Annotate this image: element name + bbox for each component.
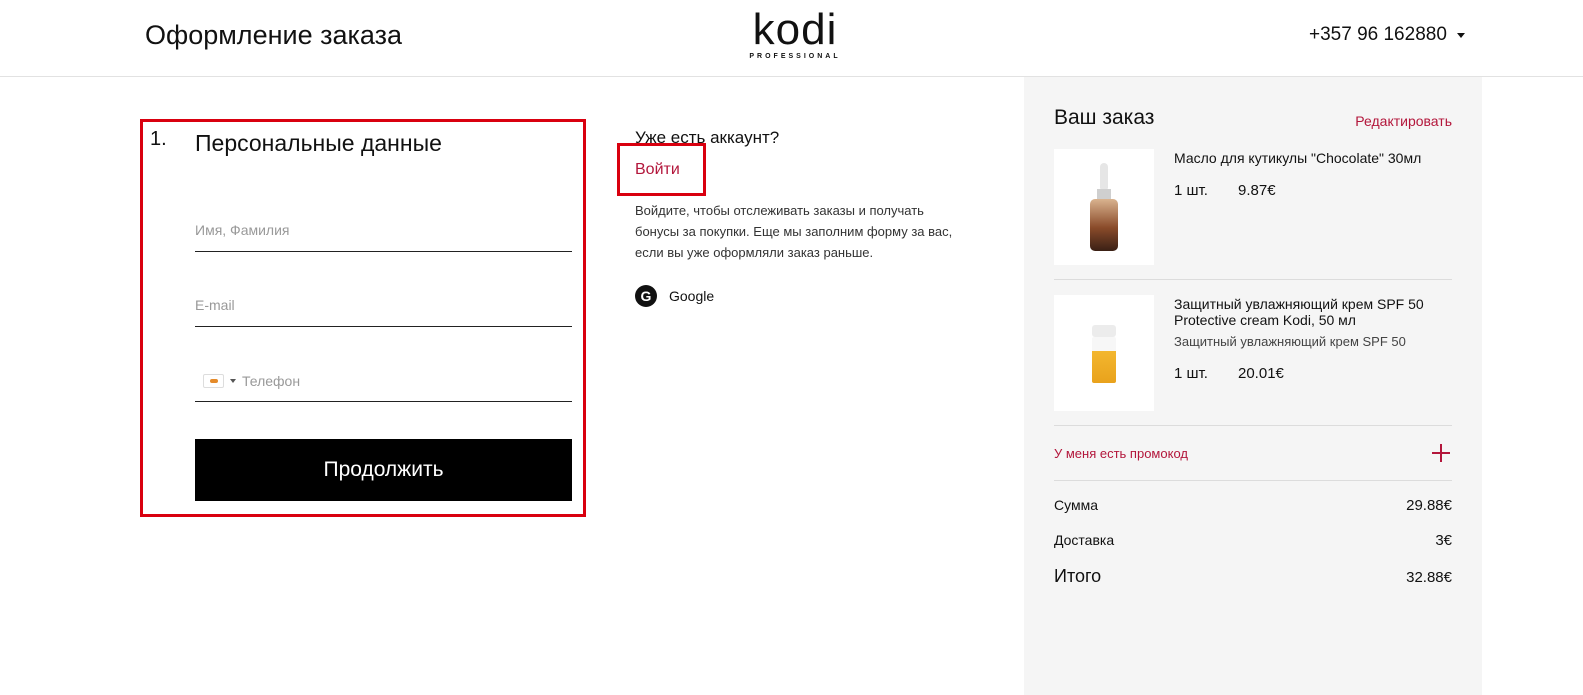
login-link[interactable]: Войти xyxy=(635,161,680,179)
delivery-value: 3€ xyxy=(1435,532,1452,549)
kodi-logo[interactable]: kodi PROFESSIONAL xyxy=(742,8,848,64)
order-item: Масло для кутикулы "Chocolate" 30мл 1 шт… xyxy=(1054,149,1452,280)
promo-code-label: У меня есть промокод xyxy=(1054,446,1188,461)
promo-code-toggle[interactable]: У меня есть промокод xyxy=(1054,426,1452,481)
email-field xyxy=(195,285,572,327)
product-quantity: 1 шт. xyxy=(1174,365,1208,382)
cream-tube-icon xyxy=(1092,325,1116,383)
total-label: Итого xyxy=(1054,566,1102,586)
checkout-page: Оформление заказа kodi PROFESSIONAL +357… xyxy=(0,0,1583,695)
page-title: Оформление заказа xyxy=(145,20,403,50)
delivery-row: Доставка 3€ xyxy=(1054,532,1452,549)
total-row: Итого 32.88€ xyxy=(1054,566,1452,587)
google-icon: G xyxy=(635,285,657,307)
product-image[interactable] xyxy=(1054,295,1154,411)
google-login-button[interactable]: G Google xyxy=(635,285,714,307)
phone-field xyxy=(195,360,572,402)
google-label: Google xyxy=(669,288,715,304)
subtotal-value: 29.88€ xyxy=(1406,497,1452,514)
cuticle-oil-bottle-icon xyxy=(1090,163,1118,251)
caret-down-icon xyxy=(1456,32,1465,38)
login-hint-text: Войдите, чтобы отслеживать заказы и полу… xyxy=(635,203,953,260)
caret-down-icon xyxy=(230,378,236,383)
phone-number: +357 96 162880 xyxy=(1309,24,1447,45)
phone-dropdown[interactable]: +357 96 162880 xyxy=(1309,24,1465,46)
product-price: 9.87€ xyxy=(1238,182,1276,199)
total-value: 32.88€ xyxy=(1406,569,1452,586)
phone-input[interactable] xyxy=(242,360,572,401)
logo-subtitle: PROFESSIONAL xyxy=(749,53,841,60)
product-price: 20.01€ xyxy=(1238,365,1284,382)
product-image[interactable] xyxy=(1054,149,1154,265)
section-heading: Персональные данные xyxy=(195,130,442,156)
delivery-label: Доставка xyxy=(1054,532,1115,548)
name-input[interactable] xyxy=(195,210,572,250)
country-code-select[interactable] xyxy=(203,373,236,388)
order-title: Ваш заказ xyxy=(1054,106,1155,129)
name-field xyxy=(195,210,572,252)
subtotal-row: Сумма 29.88€ xyxy=(1054,497,1452,514)
order-item: Защитный увлажняющий крем SPF 50 Protect… xyxy=(1054,295,1452,426)
step-number: 1. xyxy=(150,128,167,150)
product-description: Защитный увлажняющий крем SPF 50 xyxy=(1174,334,1406,349)
cyprus-flag-icon xyxy=(203,373,224,388)
logo-wordmark: kodi xyxy=(752,5,838,54)
email-input[interactable] xyxy=(195,285,572,325)
edit-order-link[interactable]: Редактировать xyxy=(1355,113,1452,129)
product-name[interactable]: Защитный увлажняющий крем SPF 50 Protect… xyxy=(1174,296,1452,328)
subtotal-label: Сумма xyxy=(1054,497,1098,513)
personal-data-section: 1. Персональные данные Продолжить xyxy=(140,119,586,517)
plus-icon xyxy=(1432,444,1450,462)
product-quantity: 1 шт. xyxy=(1174,182,1208,199)
product-name[interactable]: Масло для кутикулы "Chocolate" 30мл xyxy=(1174,150,1452,166)
header: Оформление заказа kodi PROFESSIONAL +357… xyxy=(0,0,1583,77)
order-summary: Ваш заказ Редактировать Масло для кутику… xyxy=(1024,77,1482,695)
continue-button[interactable]: Продолжить xyxy=(195,439,572,501)
